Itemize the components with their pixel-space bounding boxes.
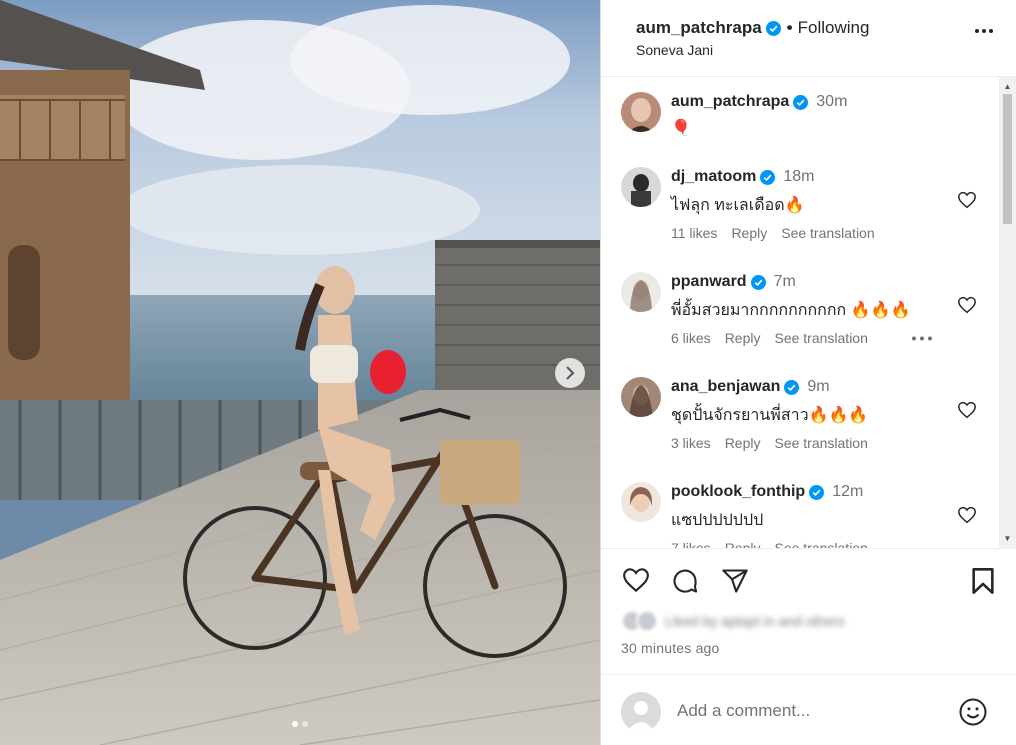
avatar[interactable] [621, 167, 661, 207]
more-options-icon[interactable] [974, 28, 994, 34]
post-side-panel: aum_patchrapa • Following Soneva Jani au… [600, 0, 1016, 745]
verified-badge-icon [784, 379, 800, 395]
carousel-next-button[interactable] [555, 358, 585, 388]
add-comment-input[interactable] [677, 701, 937, 721]
scrollbar-thumb[interactable] [1003, 94, 1012, 224]
save-bookmark-icon[interactable] [971, 567, 995, 595]
comment-likes[interactable]: 3 likes [671, 435, 711, 451]
post-header: aum_patchrapa • Following Soneva Jani [601, 0, 1016, 77]
post-actions: Liked by aptapt in and others 30 minutes… [601, 548, 1016, 745]
avatar[interactable] [621, 377, 661, 417]
post-author-username[interactable]: aum_patchrapa [636, 18, 762, 38]
comment-time[interactable]: 18m [783, 168, 814, 186]
carousel-dot [302, 721, 308, 727]
comment-time[interactable]: 7m [774, 273, 796, 291]
emoji-icon[interactable] [958, 697, 988, 727]
reply-button[interactable]: Reply [731, 225, 767, 241]
carousel-dot-active [292, 721, 298, 727]
avatar[interactable] [621, 272, 661, 312]
comment-likes[interactable]: 6 likes [671, 330, 711, 346]
verified-badge-icon [809, 484, 825, 500]
comment-username[interactable]: dj_matoom [671, 168, 756, 186]
reply-button[interactable]: Reply [725, 330, 761, 346]
reply-button[interactable]: Reply [725, 540, 761, 548]
see-translation-button[interactable]: See translation [774, 435, 867, 451]
like-comment-heart-icon[interactable] [957, 191, 977, 209]
following-button[interactable]: Following [798, 18, 870, 38]
like-comment-heart-icon[interactable] [957, 506, 977, 524]
instagram-post-view: aum_patchrapa • Following Soneva Jani au… [0, 0, 1016, 745]
comment-likes[interactable]: 7 likes [671, 540, 711, 548]
comments-scrollbar[interactable]: ▲ ▼ [999, 77, 1016, 548]
comment-time[interactable]: 12m [832, 483, 863, 501]
liked-by-row[interactable]: Liked by aptapt in and others [621, 610, 845, 632]
see-translation-button[interactable]: See translation [781, 225, 874, 241]
caption-text: 🎈 [671, 120, 691, 137]
header-separator: • [786, 18, 793, 37]
comment-bubble-icon[interactable] [671, 567, 699, 595]
like-heart-icon[interactable] [621, 567, 651, 593]
comment-username[interactable]: pooklook_fonthip [671, 483, 805, 501]
like-comment-heart-icon[interactable] [957, 296, 977, 314]
chevron-right-icon [566, 366, 575, 380]
current-user-avatar [621, 692, 661, 732]
liked-by-avatar [636, 610, 658, 632]
avatar[interactable] [621, 92, 661, 132]
reply-button[interactable]: Reply [725, 435, 761, 451]
add-comment-bar [601, 674, 1016, 745]
comment-options-icon[interactable] [911, 336, 933, 341]
comment-text: พี่อั้มสวยมากกกกกกกกกก 🔥🔥🔥 [671, 302, 911, 319]
post-location[interactable]: Soneva Jani [636, 42, 713, 58]
see-translation-button[interactable]: See translation [774, 330, 867, 346]
see-translation-button[interactable]: See translation [774, 540, 867, 548]
comment-text: ชุดปั้นจักรยานพี่สาว🔥🔥🔥 [671, 407, 869, 424]
post-timestamp[interactable]: 30 minutes ago [621, 640, 720, 656]
comment-time[interactable]: 9m [807, 378, 829, 396]
share-paper-plane-icon[interactable] [721, 567, 749, 595]
comment-text: ไฟลุก ทะเลเดือด🔥 [671, 197, 805, 214]
post-author-row: aum_patchrapa • Following [636, 18, 869, 38]
comment-username[interactable]: aum_patchrapa [671, 93, 789, 111]
comment-time[interactable]: 30m [816, 93, 847, 111]
post-photo [0, 0, 600, 745]
scroll-up-arrow-icon[interactable]: ▲ [1003, 82, 1012, 91]
verified-badge-icon [765, 20, 781, 36]
comment-text: แซปปปปปปป [671, 512, 764, 529]
carousel-indicator [0, 721, 600, 727]
post-media[interactable] [0, 0, 600, 745]
comment-username[interactable]: ana_benjawan [671, 378, 780, 396]
like-comment-heart-icon[interactable] [957, 401, 977, 419]
scroll-down-arrow-icon[interactable]: ▼ [1003, 534, 1012, 543]
comment-username[interactable]: ppanward [671, 273, 747, 291]
verified-badge-icon [793, 94, 809, 110]
verified-badge-icon [760, 169, 776, 185]
verified-badge-icon [750, 274, 766, 290]
comment-likes[interactable]: 11 likes [671, 225, 717, 241]
comments-list[interactable]: aum_patchrapa 30m 🎈 dj_matoom 18m ไฟลุก … [601, 77, 1016, 548]
avatar[interactable] [621, 482, 661, 522]
liked-by-text[interactable]: Liked by aptapt in and others [665, 613, 845, 629]
